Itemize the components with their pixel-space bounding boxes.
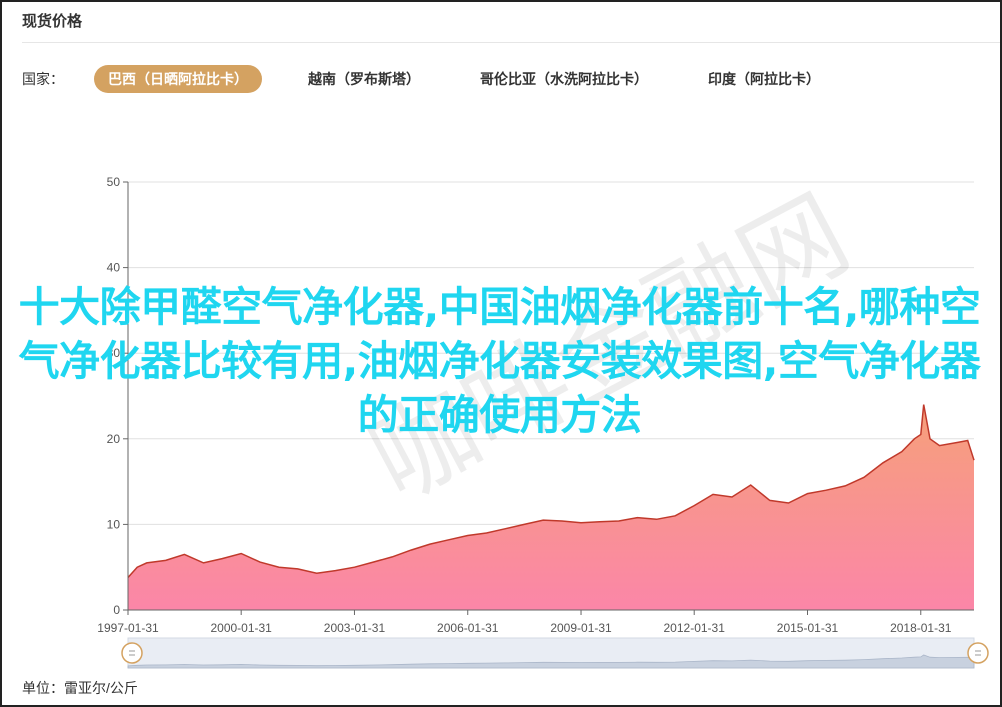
y-tick-label: 0	[113, 603, 120, 617]
x-tick-label: 1997-01-31	[97, 621, 159, 635]
y-tick-label: 10	[107, 517, 121, 531]
zoom-handle-left[interactable]	[121, 642, 143, 664]
overlay-caption: 十大除甲醛空气净化器,中国油烟净化器前十名,哪种空气净化器比较有用,油烟净化器安…	[18, 283, 981, 439]
x-tick-label: 2006-01-31	[437, 621, 499, 635]
x-tick-label: 2015-01-31	[777, 621, 839, 635]
unit-label: 单位：雷亚尔/公斤	[22, 680, 138, 696]
x-tick-label: 2000-01-31	[210, 621, 272, 635]
x-tick-label: 2009-01-31	[550, 621, 612, 635]
x-tick-label: 2012-01-31	[664, 621, 726, 635]
x-tick-label: 2003-01-31	[324, 621, 386, 635]
zoom-handle-right[interactable]	[967, 642, 989, 664]
y-tick-label: 50	[107, 175, 121, 189]
y-tick-label: 40	[107, 261, 121, 275]
x-tick-label: 2018-01-31	[890, 621, 952, 635]
